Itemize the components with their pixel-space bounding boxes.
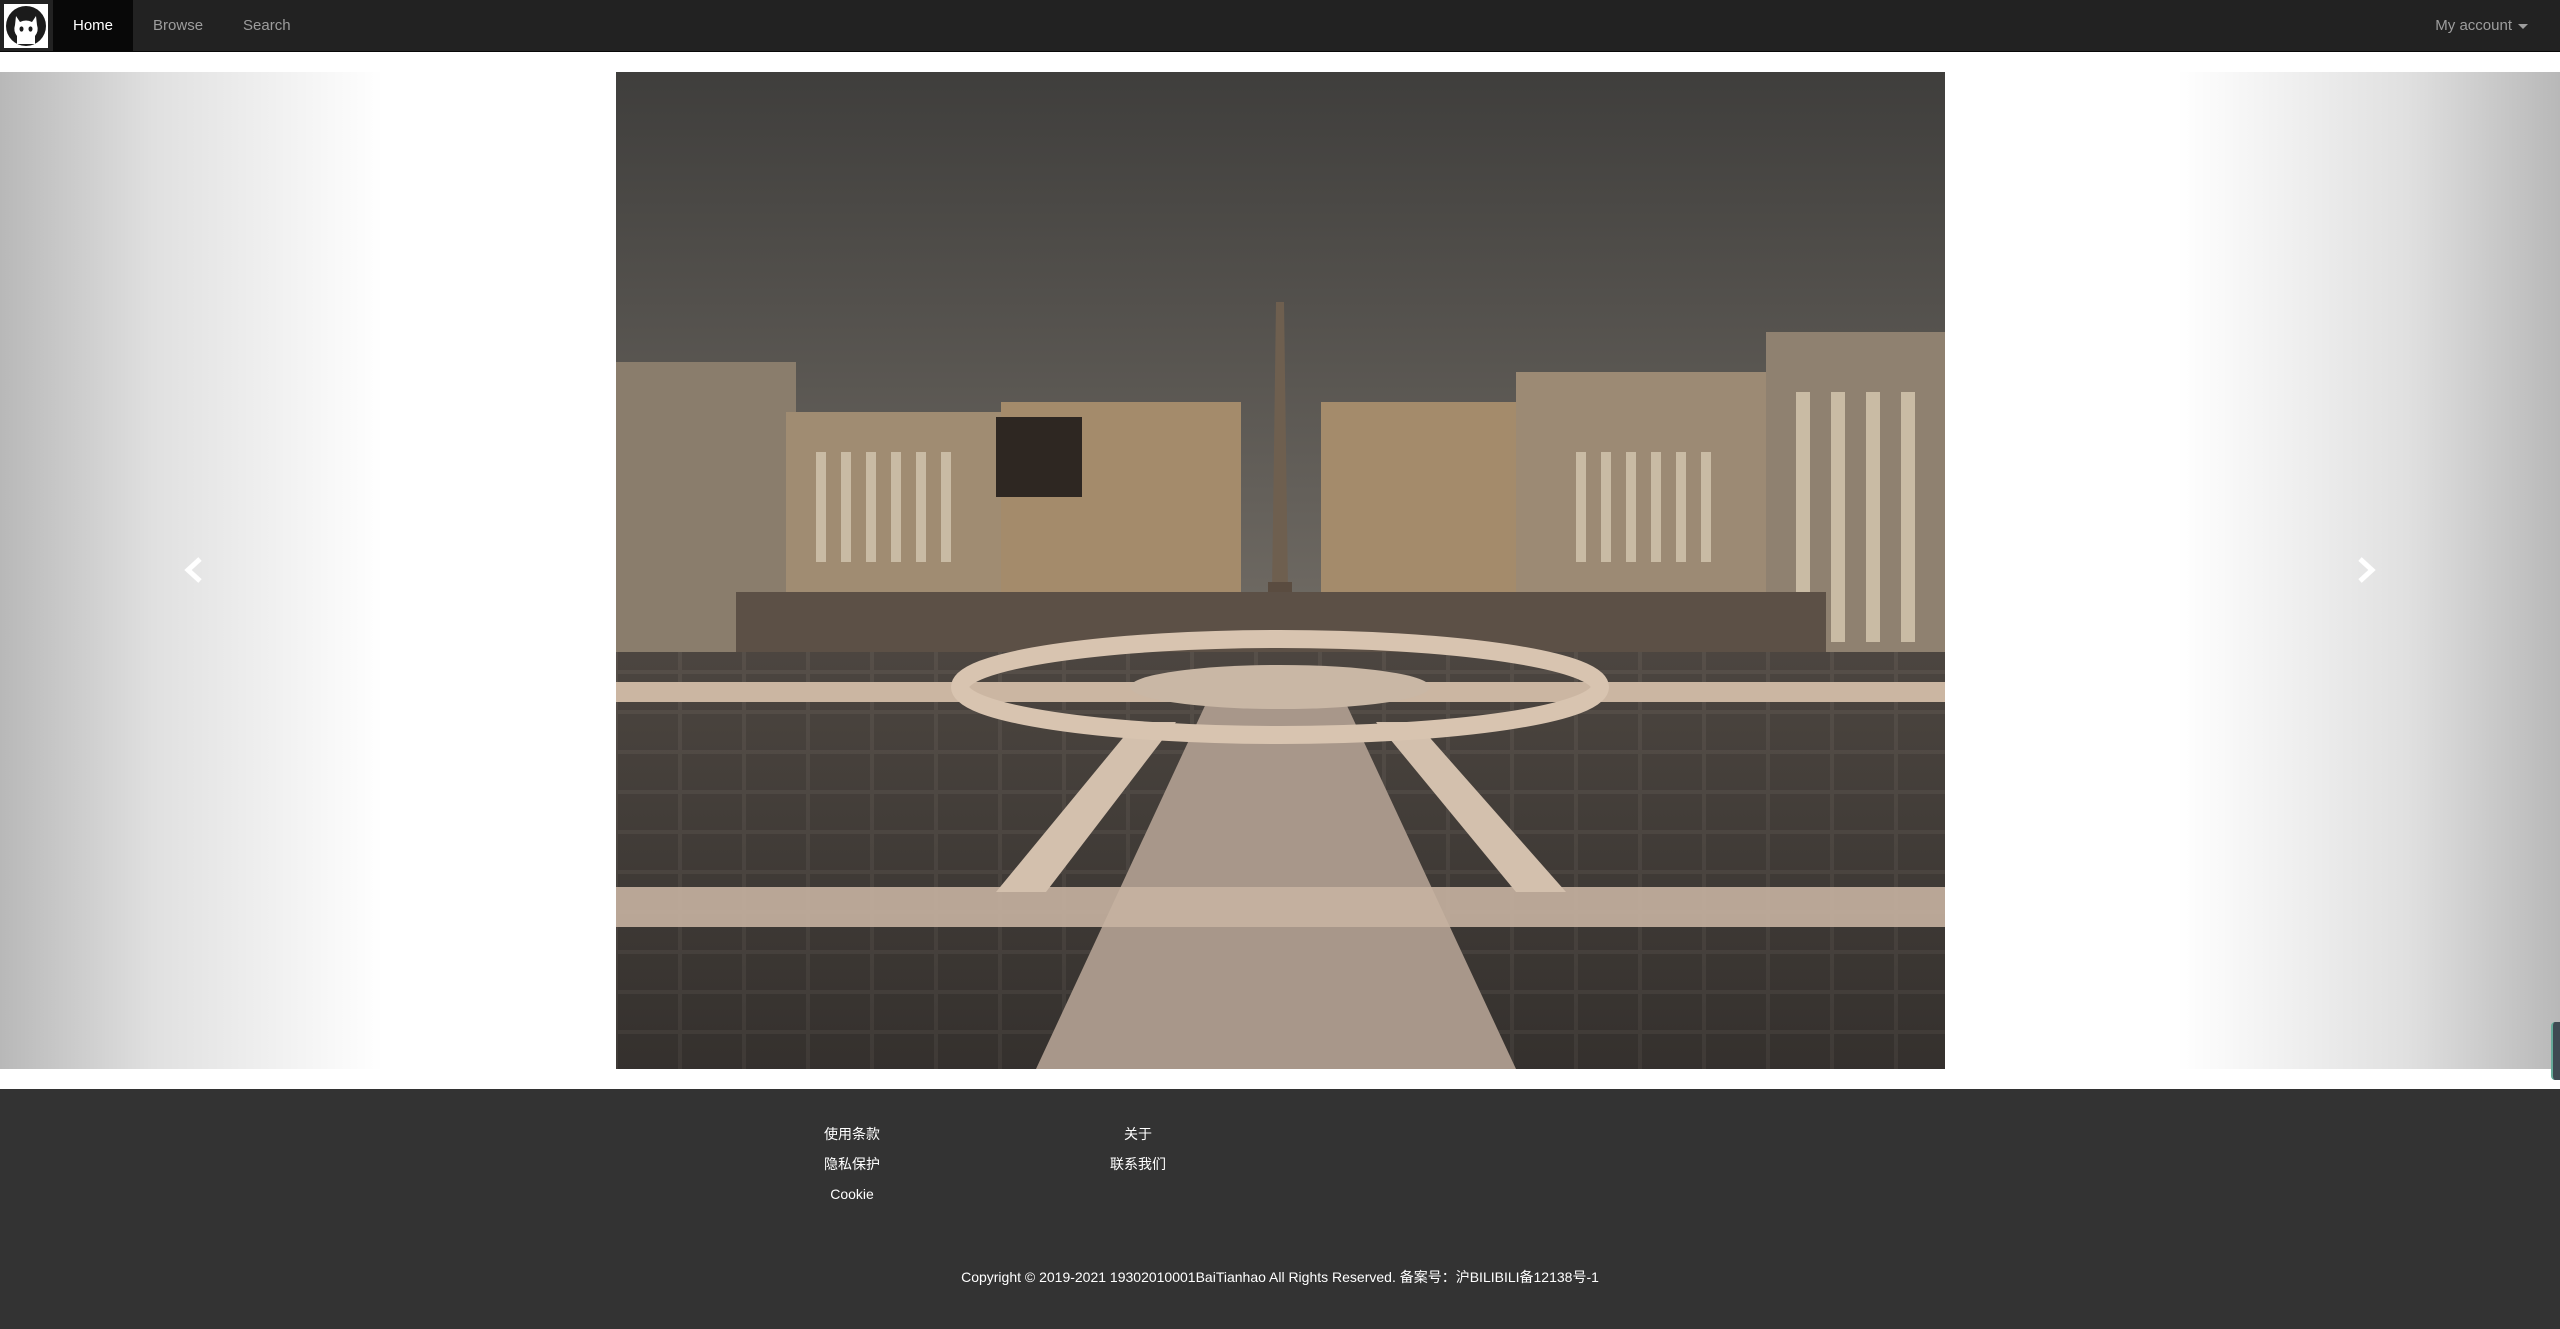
footer-link-terms[interactable]: 使用条款	[792, 1119, 912, 1149]
nav-browse[interactable]: Browse	[133, 0, 223, 52]
side-feedback-tab[interactable]	[2551, 1022, 2560, 1080]
chevron-left-icon	[184, 557, 202, 583]
nav-home[interactable]: Home	[53, 0, 134, 52]
image-carousel	[0, 72, 2560, 1105]
my-account-label: My account	[2435, 17, 2512, 34]
copyright-text: Copyright © 2019-2021 19302010001BaiTian…	[961, 1269, 1599, 1285]
caret-down-icon	[2518, 23, 2528, 29]
footer-link-cookie[interactable]: Cookie	[792, 1179, 912, 1209]
footer-link-privacy[interactable]: 隐私保护	[792, 1149, 912, 1179]
footer-column-about: 关于 联系我们	[1078, 1119, 1198, 1179]
my-account-dropdown[interactable]: My account	[2435, 0, 2528, 52]
carousel-slide-image	[616, 72, 1945, 1069]
carousel-next-control[interactable]	[2176, 72, 2560, 1069]
chevron-right-icon	[2358, 557, 2376, 583]
main-nav: Home Browse Search	[53, 0, 311, 52]
footer-link-contact[interactable]: 联系我们	[1078, 1149, 1198, 1179]
carousel-prev-control[interactable]	[0, 72, 384, 1069]
page-footer: 使用条款 隐私保护 Cookie 关于 联系我们 Copyright © 201…	[0, 1089, 2560, 1329]
footer-column-legal: 使用条款 隐私保护 Cookie	[792, 1119, 912, 1209]
github-octocat-icon[interactable]	[0, 0, 52, 52]
top-navbar: Home Browse Search My account	[0, 0, 2560, 52]
footer-link-about[interactable]: 关于	[1078, 1119, 1198, 1149]
nav-search[interactable]: Search	[223, 0, 311, 52]
